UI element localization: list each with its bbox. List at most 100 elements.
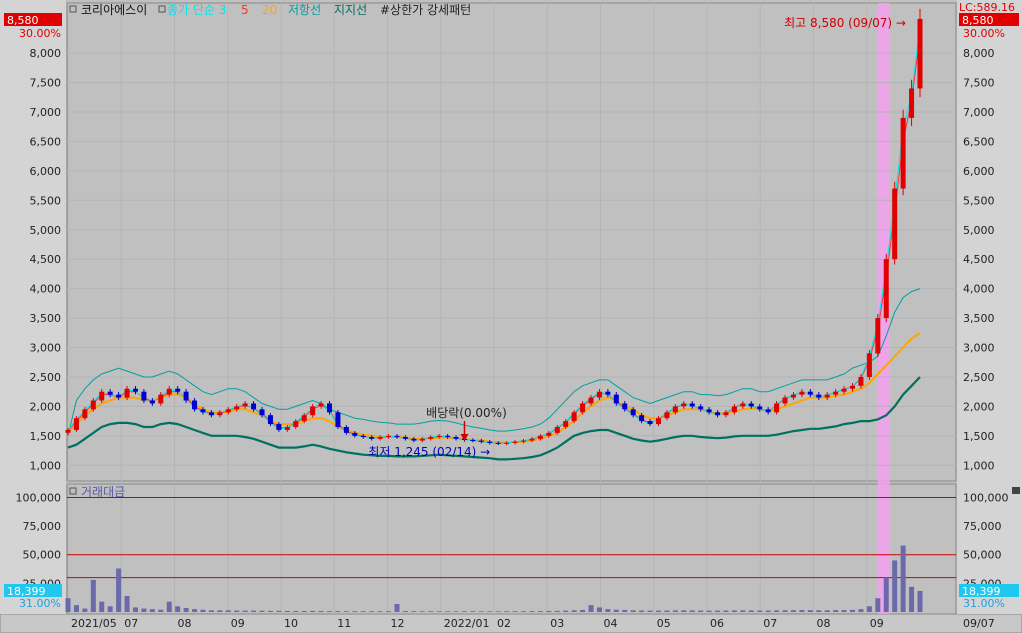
- volume-bar: [841, 610, 847, 612]
- volume-bar: [807, 610, 813, 612]
- candle-body: [234, 406, 240, 410]
- y-tick-label-right: 3,000: [963, 342, 995, 355]
- high-annotation: 최고 8,580 (09/07) →: [784, 16, 906, 30]
- volume-bar: [723, 610, 729, 612]
- y-tick-label-right: 7,500: [963, 77, 995, 90]
- candle-body: [251, 403, 257, 410]
- candle-body: [757, 406, 763, 410]
- candle-body: [453, 437, 459, 439]
- candle-body: [132, 388, 138, 392]
- candle-body: [141, 391, 147, 401]
- y-tick-label-right: 1,000: [963, 459, 995, 472]
- candle-body: [267, 415, 273, 425]
- x-tick-label-last: 09/07: [963, 617, 995, 630]
- volume-bar: [757, 610, 763, 612]
- y-tick-label-left: 5,500: [30, 194, 62, 207]
- y-tick-label-right: 2,500: [963, 371, 995, 384]
- volume-bar: [327, 611, 333, 612]
- volume-bar: [681, 610, 687, 612]
- volume-bar: [765, 610, 771, 612]
- candle-body: [166, 388, 172, 395]
- candle-body: [706, 409, 712, 413]
- candle-body: [175, 388, 181, 392]
- volume-bar: [495, 611, 501, 612]
- volume-bar: [73, 605, 79, 612]
- y-tick-label-right: 4,500: [963, 253, 995, 266]
- y-tick-label-right: 5,000: [963, 224, 995, 237]
- candle-body: [723, 412, 729, 416]
- volume-bar: [192, 609, 198, 612]
- candle-body: [588, 397, 594, 404]
- candle-body: [116, 394, 122, 398]
- y-tick-label-left: 6,000: [30, 165, 62, 178]
- x-tick-label: 04: [604, 617, 618, 630]
- volume-panel[interactable]: [66, 483, 957, 615]
- y-tick-label-left: 2,000: [30, 400, 62, 413]
- candle-body: [715, 412, 721, 416]
- volume-bar: [790, 610, 796, 612]
- candle-body: [445, 435, 451, 438]
- candle-body: [158, 394, 164, 404]
- volume-bar: [149, 609, 155, 612]
- vol-tick-label-left: 75,000: [23, 520, 62, 533]
- volume-bar: [774, 610, 780, 612]
- volume-bar: [386, 611, 392, 612]
- volume-bar: [546, 610, 552, 612]
- volume-bar: [833, 610, 839, 612]
- last-pct-right: 30.00%: [963, 27, 1005, 40]
- candle-body: [419, 438, 425, 441]
- legend-item: 지지선: [334, 3, 367, 17]
- y-tick-label-left: 1,000: [30, 459, 62, 472]
- candle-body: [816, 394, 822, 398]
- volume-bar: [310, 610, 316, 612]
- volume-bar: [394, 603, 400, 612]
- volume-bar: [698, 610, 704, 612]
- candle-body: [487, 441, 493, 443]
- y-tick-label-right: 1,500: [963, 430, 995, 443]
- candle-body: [613, 394, 619, 404]
- candle-body: [731, 406, 737, 413]
- candle-body: [841, 388, 847, 392]
- volume-bar: [461, 611, 467, 612]
- y-tick-label-right: 8,000: [963, 47, 995, 60]
- candle-body: [765, 409, 771, 413]
- x-tick-label: 12: [391, 617, 405, 630]
- x-tick-label: 07: [124, 617, 138, 630]
- candle-body: [681, 403, 687, 407]
- candle-body: [892, 188, 898, 260]
- volume-bar: [141, 608, 147, 612]
- volume-bar: [82, 608, 88, 612]
- candle-body: [866, 353, 872, 377]
- y-tick-label-right: 6,500: [963, 135, 995, 148]
- vol-tick-label-right: 75,000: [963, 520, 1002, 533]
- volume-bar: [107, 606, 113, 612]
- vol-pct-left: 31.00%: [19, 597, 61, 610]
- candle-body: [529, 438, 535, 441]
- volume-bar: [563, 610, 569, 612]
- candle-body: [799, 391, 805, 395]
- candle-body: [90, 400, 96, 410]
- legend-item: 종가 단순 3: [167, 3, 226, 17]
- y-tick-label-left: 3,500: [30, 312, 62, 325]
- candle-body: [436, 435, 442, 438]
- candle-body: [284, 427, 290, 430]
- volume-bar: [630, 610, 636, 612]
- candle-body: [73, 418, 79, 430]
- x-axis-bar: [0, 613, 1022, 633]
- candle-body: [394, 435, 400, 438]
- volume-bar: [132, 607, 138, 612]
- candle-body: [402, 437, 408, 439]
- x-tick-label: 09: [870, 617, 884, 630]
- last-price-tag-right: 8,580: [962, 14, 994, 27]
- volume-bar: [537, 611, 543, 612]
- volume-bar: [605, 609, 611, 612]
- lc-label: LC:589.16: [959, 1, 1015, 14]
- y-tick-label-left: 2,500: [30, 371, 62, 384]
- vol-pct-right: 31.00%: [963, 597, 1005, 610]
- x-tick-label: 03: [550, 617, 564, 630]
- volume-bar: [175, 606, 181, 612]
- stock-chart: 8,000 8,000 7,500 7,500 7,000 7,000 6,500 6,500…: [0, 0, 1022, 633]
- candle-body: [470, 439, 476, 441]
- panel-close-icon[interactable]: [1012, 487, 1020, 494]
- candle-body: [917, 18, 923, 89]
